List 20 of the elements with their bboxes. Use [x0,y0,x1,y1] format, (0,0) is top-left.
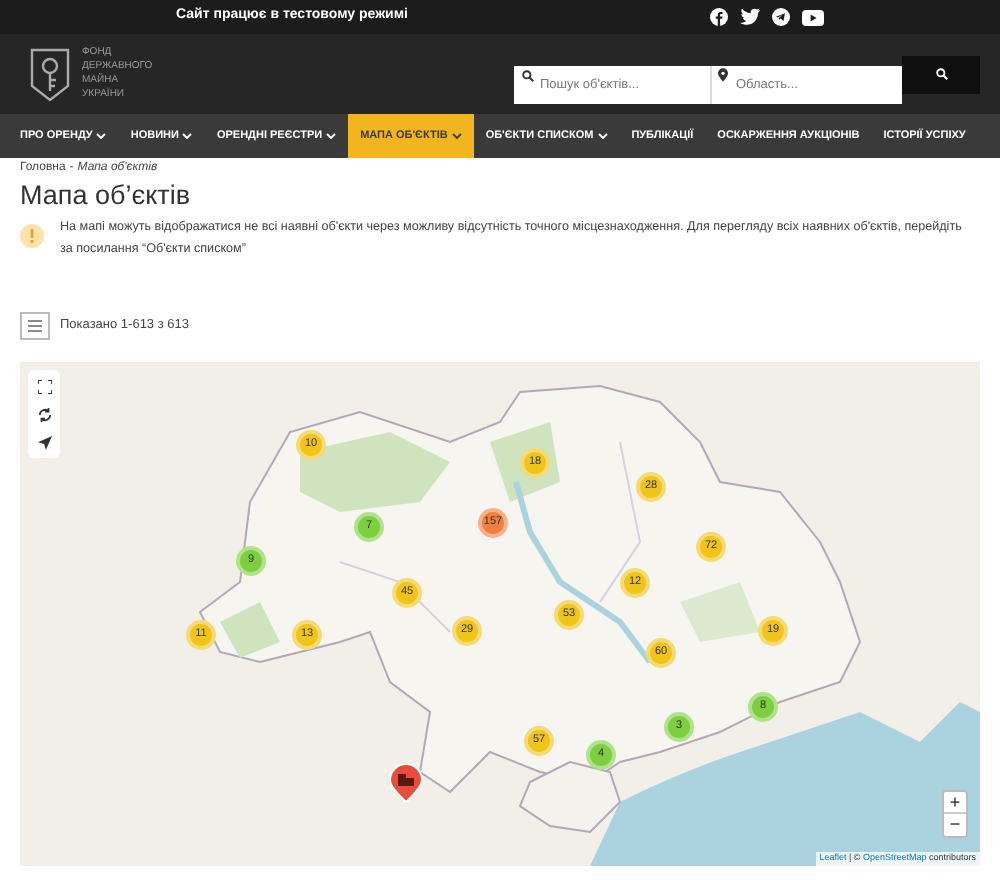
fullscreen-button[interactable] [32,374,56,398]
map-pin-icon[interactable] [390,764,422,802]
facebook-icon[interactable] [710,8,728,26]
zoom-in-button[interactable]: + [944,792,966,814]
twitter-icon[interactable] [740,8,760,26]
location-pin-icon [718,67,728,81]
filter-icon [28,320,42,332]
info-icon [20,224,44,248]
youtube-icon[interactable] [802,9,824,25]
refresh-icon [37,407,51,421]
search-icon [935,68,947,80]
search-icon [522,69,534,81]
zoom-out-button[interactable]: − [944,814,966,836]
search-button[interactable] [902,55,980,93]
page-title: Мапа об’єктів [20,178,193,212]
fullscreen-icon [37,379,51,393]
filter-button[interactable] [20,312,50,340]
navigation-arrow-icon [37,435,51,449]
telegram-icon[interactable] [772,8,790,26]
key-emblem-icon [30,47,70,101]
